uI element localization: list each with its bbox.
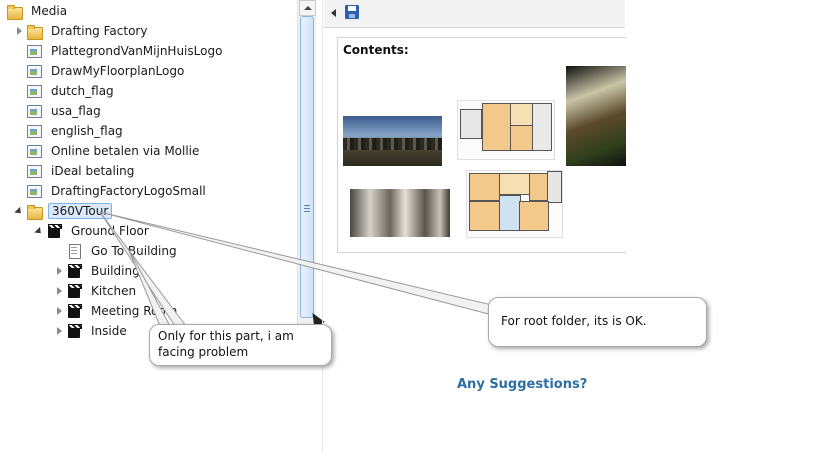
callout-left: Only for this part, i am facing problem [149,324,332,366]
callout-left-text: Only for this part, i am facing problem [158,329,294,359]
callout-right: For root folder, its is OK. [488,297,707,347]
left-callout-pointer-2 [127,247,171,327]
callout-pointers [99,211,497,327]
callout-right-text: For root folder, its is OK. [501,314,647,328]
question-text: Any Suggestions? [457,377,588,392]
